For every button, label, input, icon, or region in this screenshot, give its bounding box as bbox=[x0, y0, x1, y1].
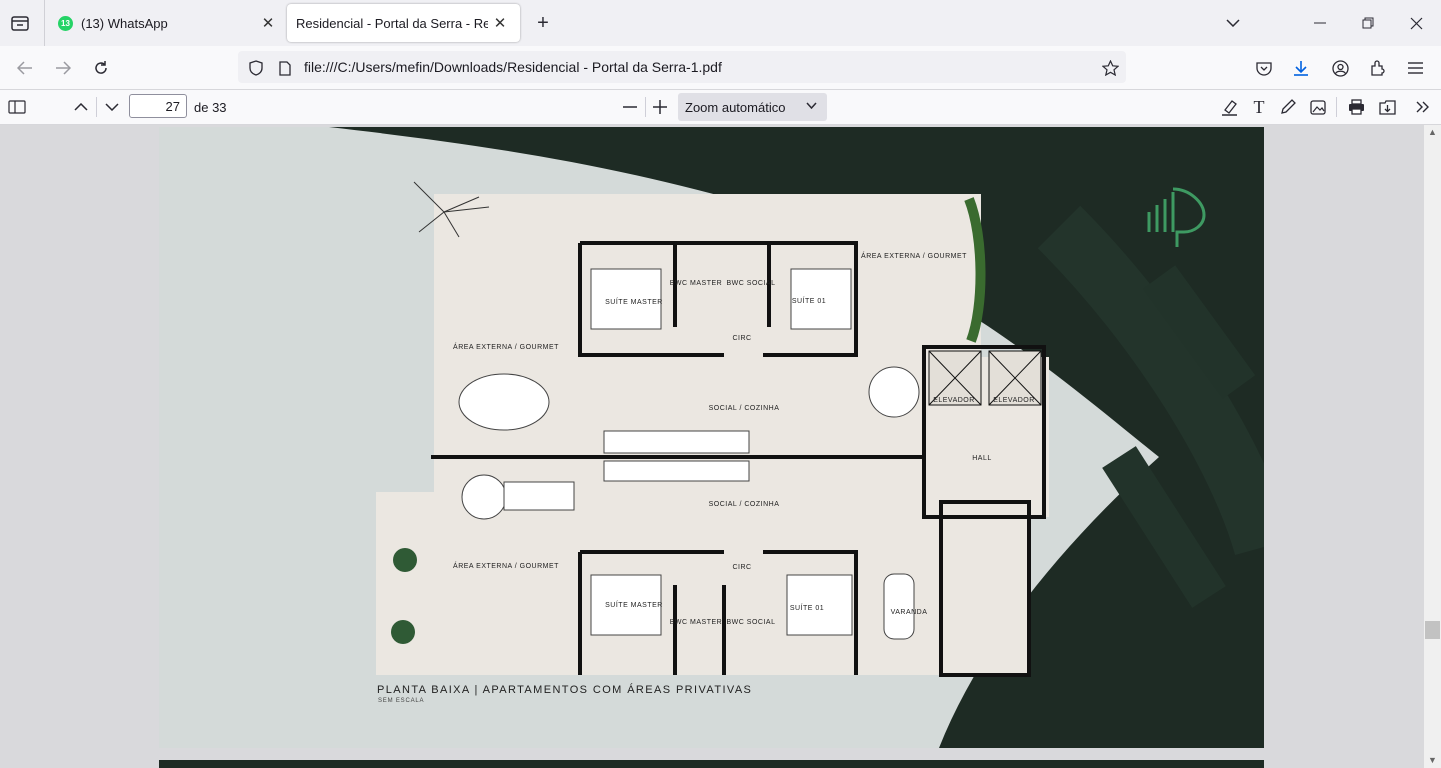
zoom-out-icon[interactable] bbox=[619, 96, 641, 118]
file-icon bbox=[275, 57, 295, 79]
minimize-icon[interactable] bbox=[1309, 12, 1331, 34]
shield-icon[interactable] bbox=[245, 57, 267, 79]
room-label: BWC MASTER bbox=[670, 280, 722, 287]
room-label: SOCIAL / COZINHA bbox=[709, 501, 780, 508]
toolbar-separator bbox=[1336, 97, 1337, 117]
floor-plan-drawing: ÁREA EXTERNA / GOURMET ÁREA EXTERNA / GO… bbox=[329, 127, 1264, 748]
pocket-icon[interactable] bbox=[1253, 57, 1275, 79]
save-pdf-icon[interactable] bbox=[1376, 96, 1398, 118]
tab-title: Residencial - Portal da Serra - Residenc… bbox=[296, 15, 488, 31]
scroll-up-icon[interactable]: ▲ bbox=[1424, 126, 1441, 138]
plan-subtitle: SEM ESCALA bbox=[378, 698, 424, 704]
whatsapp-icon: 13 bbox=[58, 15, 73, 31]
firefox-view-icon[interactable] bbox=[8, 12, 32, 34]
page-count: de 33 bbox=[194, 100, 227, 115]
room-label: ÁREA EXTERNA / GOURMET bbox=[453, 342, 559, 351]
reload-icon[interactable] bbox=[90, 57, 112, 79]
image-icon[interactable] bbox=[1307, 96, 1329, 118]
room-label: CIRC bbox=[732, 564, 751, 571]
print-icon[interactable] bbox=[1345, 96, 1367, 118]
back-icon[interactable] bbox=[14, 57, 36, 79]
room-label: SOCIAL / COZINHA bbox=[709, 405, 780, 412]
room-label: SUÍTE 01 bbox=[790, 603, 824, 612]
zoom-value: Zoom automático bbox=[685, 99, 786, 115]
chevron-down-icon bbox=[806, 98, 817, 112]
downloads-icon[interactable] bbox=[1290, 57, 1312, 79]
close-tab-icon[interactable]: ✕ bbox=[256, 14, 280, 32]
scroll-down-icon[interactable]: ▼ bbox=[1424, 754, 1441, 766]
room-label: BWC SOCIAL bbox=[727, 280, 776, 287]
menu-icon[interactable] bbox=[1404, 57, 1426, 79]
text-tool-icon[interactable]: T bbox=[1248, 96, 1270, 118]
toolbar-separator bbox=[96, 97, 97, 117]
room-label: CIRC bbox=[732, 335, 751, 342]
room-label: SUÍTE MASTER bbox=[605, 297, 663, 306]
room-label: VARANDA bbox=[891, 609, 928, 616]
room-label: HALL bbox=[972, 455, 992, 462]
room-label: SUÍTE MASTER bbox=[605, 600, 663, 609]
draw-icon[interactable] bbox=[1277, 96, 1299, 118]
scrollbar-thumb[interactable] bbox=[1425, 621, 1440, 639]
restore-icon[interactable] bbox=[1357, 12, 1379, 34]
sidebar-toggle-icon[interactable] bbox=[6, 96, 28, 118]
room-label: ÁREA EXTERNA / GOURMET bbox=[453, 561, 559, 570]
room-label: ELEVADOR bbox=[933, 397, 975, 404]
tab-whatsapp[interactable]: 13 (13) WhatsApp ✕ bbox=[46, 4, 286, 42]
extensions-icon[interactable] bbox=[1367, 57, 1389, 79]
toolbar-separator bbox=[645, 97, 646, 117]
zoom-select[interactable]: Zoom automático bbox=[678, 93, 827, 121]
pdf-page: ÁREA EXTERNA / GOURMET ÁREA EXTERNA / GO… bbox=[159, 127, 1264, 748]
more-tools-icon[interactable] bbox=[1412, 96, 1434, 118]
room-label: BWC SOCIAL bbox=[727, 619, 776, 626]
forward-icon[interactable] bbox=[52, 57, 74, 79]
plan-title: PLANTA BAIXA | APARTAMENTOS COM ÁREAS PR… bbox=[377, 683, 752, 696]
zoom-in-icon[interactable] bbox=[649, 96, 671, 118]
room-label: BWC MASTER bbox=[670, 619, 722, 626]
room-label: ÁREA EXTERNA / GOURMET bbox=[861, 251, 967, 260]
next-pdf-page bbox=[159, 760, 1264, 768]
tab-separator bbox=[44, 0, 45, 46]
url-text[interactable]: file:///C:/Users/mefin/Downloads/Residen… bbox=[304, 59, 722, 75]
page-number-input[interactable]: 27 bbox=[129, 94, 187, 118]
list-tabs-icon[interactable] bbox=[1222, 12, 1244, 34]
new-tab-icon[interactable]: + bbox=[532, 12, 554, 34]
next-page-icon[interactable] bbox=[101, 96, 123, 118]
tab-title: (13) WhatsApp bbox=[81, 15, 168, 31]
room-label: ELEVADOR bbox=[993, 397, 1035, 404]
previous-page-icon[interactable] bbox=[70, 96, 92, 118]
tab-residencial[interactable]: Residencial - Portal da Serra - Residenc… bbox=[287, 4, 520, 42]
close-window-icon[interactable] bbox=[1405, 12, 1427, 34]
room-label: SUÍTE 01 bbox=[792, 296, 826, 305]
account-icon[interactable] bbox=[1329, 57, 1351, 79]
close-tab-icon[interactable]: ✕ bbox=[488, 14, 512, 32]
highlight-icon[interactable] bbox=[1218, 96, 1240, 118]
bookmark-star-icon[interactable] bbox=[1099, 57, 1121, 79]
vertical-scrollbar[interactable] bbox=[1424, 125, 1441, 768]
